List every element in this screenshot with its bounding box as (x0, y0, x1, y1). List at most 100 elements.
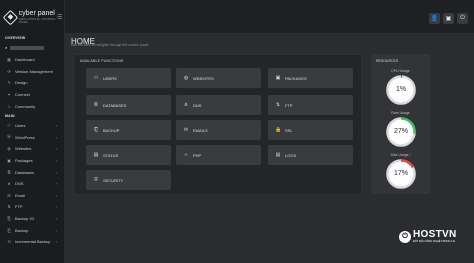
lock-icon: 🔒 (275, 127, 282, 133)
tile-backup[interactable]: ⎗ BACKUP (86, 120, 171, 140)
save-button[interactable]: ▣ (443, 13, 454, 24)
users-icon: ⚇ (93, 75, 99, 81)
sidebar-item-users[interactable]: ⚇ Users › (0, 120, 64, 132)
sidebar-item-email[interactable]: ✉ Email › (0, 190, 64, 202)
power-icon: ⏻ (460, 15, 465, 21)
sidebar-item-backup[interactable]: ⎗ Backup › (0, 224, 64, 236)
sidebar-item-version-management[interactable]: ⟳ Version Management (0, 66, 64, 78)
watermark-name: HOSTVN (413, 229, 457, 240)
cpu-usage-label: CPU Usage (391, 69, 410, 73)
page-subtitle: Use the tabs to navigate through the con… (71, 43, 150, 47)
chevron-right-icon: › (55, 169, 57, 175)
resources-label: RESOURCES (376, 59, 399, 63)
version-icon: ⟳ (7, 68, 11, 74)
sidebar-item-packages[interactable]: ▣ Packages › (0, 155, 64, 167)
connect-icon: ⚭ (7, 92, 11, 98)
globe-icon: ◍ (183, 75, 189, 81)
tile-logs[interactable]: ▤ LOGS (268, 145, 353, 165)
sidebar-item-design[interactable]: ✎ Design (0, 77, 64, 89)
main-nav: ⚇ Users › Ⓦ WordPress › ◍ Websites › ▣ Packages… (0, 120, 64, 248)
tile-ssl[interactable]: 🔒 SSL (268, 120, 353, 140)
sidebar-item-dns[interactable]: ⋔ DNS › (0, 178, 64, 190)
sidebar-item-ftp[interactable]: ⇅ FTP › (0, 201, 64, 213)
tile-security[interactable]: ⛨ SECURITY (86, 170, 171, 190)
resources-panel: RESOURCES CPU Usage 1% Ram Usage 27% Dis… (371, 54, 430, 194)
chevron-right-icon: › (55, 123, 57, 129)
sidebar-item-databases[interactable]: ≣ Databases › (0, 166, 64, 178)
backup-icon: ⎗ (7, 227, 11, 233)
sidebar-item-websites[interactable]: ◍ Websites › (0, 143, 64, 155)
sidebar-item-backup-v2[interactable]: ⎘ Backup V2 › (0, 213, 64, 225)
databases-icon: ≣ (7, 169, 11, 175)
cyberpanel-app: cyber panel WEB HOSTING CONTROL PANEL ☰ … (0, 0, 474, 263)
websites-icon: ◍ (7, 146, 11, 152)
chevron-right-icon: › (55, 227, 57, 233)
disk-usage-label: Disk Usage / (390, 153, 411, 157)
save-icon: ▣ (445, 16, 452, 22)
power-button[interactable]: ⏻ (457, 13, 468, 24)
chevron-right-icon: › (55, 181, 57, 187)
current-user[interactable]: ● (5, 45, 59, 50)
top-actions: 👤 ▣ ⏻ (429, 13, 468, 24)
user-icon: ● (5, 45, 8, 50)
sidebar-toggle-icon[interactable]: ☰ (57, 14, 62, 21)
tile-php[interactable]: ‹› PHP (176, 145, 261, 165)
tile-users[interactable]: ⚇ USERS (86, 68, 171, 88)
user-name-redacted (10, 45, 45, 50)
tile-emails[interactable]: ✉ EMAILS (176, 120, 261, 140)
chevron-right-icon: › (55, 216, 57, 222)
hostvn-logo-icon: ⏻ (399, 230, 411, 243)
backup-icon: ⎗ (93, 127, 98, 133)
tile-ftp[interactable]: ⇅ FTP (268, 95, 353, 115)
disk-usage-value: 17% (393, 170, 408, 177)
incremental-backup-icon: ⟲ (7, 239, 11, 245)
top-bar: 👤 ▣ ⏻ (65, 0, 474, 34)
available-functions-label: AVAILABLE FUNCTIONS (80, 59, 124, 63)
logs-icon: ▤ (275, 152, 281, 158)
email-icon: ✉ (183, 127, 189, 133)
tile-packages[interactable]: ▣ PACKAGES (268, 68, 353, 88)
tile-dns[interactable]: ⋔ DNS (176, 95, 261, 115)
dns-icon: ⋔ (183, 102, 189, 108)
chevron-right-icon: › (55, 158, 57, 164)
email-icon: ✉ (7, 192, 11, 198)
ftp-icon: ⇅ (7, 204, 11, 210)
main-section-label: MAIN (5, 113, 15, 118)
chevron-right-icon: › (55, 239, 57, 245)
tile-databases[interactable]: ≣ DATABASES (86, 95, 171, 115)
sidebar-item-community[interactable]: ☺ Community (0, 100, 64, 112)
watermark-tagline: ĐỘT ĐỘI CÔNG NGHỆ TRONG LAI (413, 240, 456, 243)
database-icon: ≣ (93, 102, 99, 108)
chevron-right-icon: › (55, 146, 57, 152)
cpu-usage-value: 1% (395, 86, 407, 93)
tile-status[interactable]: ▤ STATUS (86, 145, 171, 165)
user-button[interactable]: 👤 (429, 13, 440, 24)
sidebar-item-incremental-backup[interactable]: ⟲ Incremental Backup › (0, 236, 64, 248)
sidebar-item-dashboard[interactable]: ▦ Dashboard (0, 54, 64, 66)
dns-icon: ⋔ (7, 181, 11, 187)
sidebar: cyber panel WEB HOSTING CONTROL PANEL ☰ … (0, 0, 65, 263)
chevron-right-icon: › (55, 192, 57, 198)
sidebar-item-wordpress[interactable]: Ⓦ WordPress › (0, 132, 64, 144)
chevron-right-icon: › (55, 134, 57, 140)
ram-usage-label: Ram Usage (391, 111, 410, 115)
overview-section-label: OVERVIEW (5, 36, 26, 40)
chevron-right-icon: › (55, 204, 57, 210)
user-icon: 👤 (430, 16, 439, 22)
brand[interactable]: cyber panel WEB HOSTING CONTROL PANEL (0, 0, 64, 34)
backup-v2-icon: ⎘ (7, 216, 11, 222)
cyberpanel-logo-icon (2, 9, 18, 25)
code-icon: ‹› (184, 152, 188, 158)
hostvn-watermark: ⏻ HOSTVN ĐỘT ĐỘI CÔNG NGHỆ TRONG LAI (399, 230, 456, 244)
users-icon: ⚇ (7, 123, 11, 129)
ram-usage-value: 27% (393, 128, 408, 135)
tile-websites[interactable]: ◍ WEBSITES (176, 68, 261, 88)
sidebar-item-connect[interactable]: ⚭ Connect (0, 89, 64, 101)
status-icon: ▤ (93, 152, 99, 158)
design-icon: ✎ (7, 80, 11, 86)
wordpress-icon: Ⓦ (7, 134, 11, 140)
overview-nav: ▦ Dashboard ⟳ Version Management ✎ Design ⚭… (0, 54, 64, 112)
dashboard-icon: ▦ (7, 57, 11, 63)
ftp-icon: ⇅ (275, 102, 281, 108)
packages-icon: ▣ (275, 75, 281, 81)
